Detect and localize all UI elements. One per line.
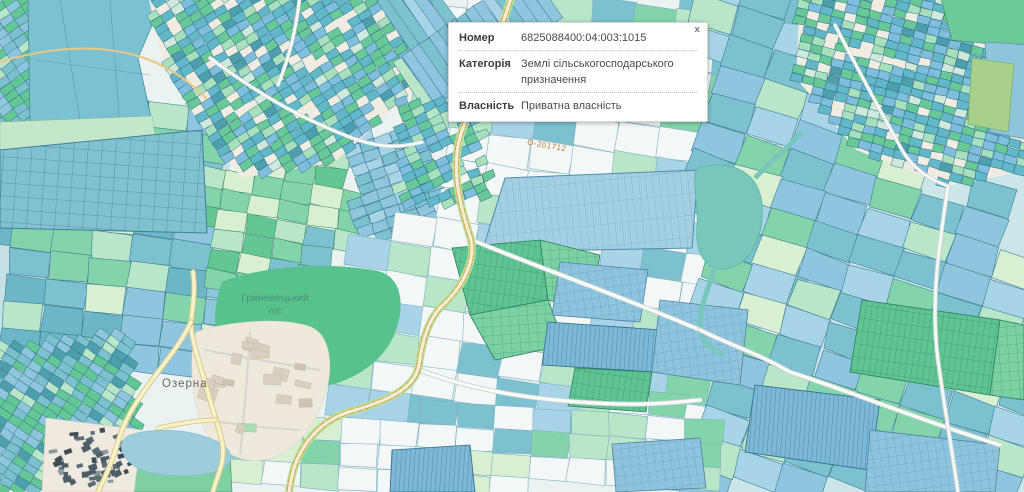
popup-close-button[interactable]: x (694, 24, 700, 36)
popup-value-number: 6825088400:04:003:1015 (521, 30, 697, 46)
popup-value-category: Землі сільськогосподарського призначення (521, 56, 697, 88)
popup-label-ownership: Власність (459, 98, 521, 114)
popup-value-ownership: Приватна власність (521, 98, 697, 114)
parcel-info-popup: x Номер 6825088400:04:003:1015 Категорія… (448, 22, 708, 122)
popup-label-category: Категорія (459, 56, 521, 88)
popup-label-number: Номер (459, 30, 521, 46)
popup-row-number: Номер 6825088400:04:003:1015 (459, 25, 697, 50)
cadastral-map-view: Гриневецький ліс Озерна О-201712 x Номер… (0, 0, 1024, 492)
popup-row-category: Категорія Землі сільськогосподарського п… (459, 50, 697, 92)
popup-row-ownership: Власність Приватна власність (459, 92, 697, 118)
